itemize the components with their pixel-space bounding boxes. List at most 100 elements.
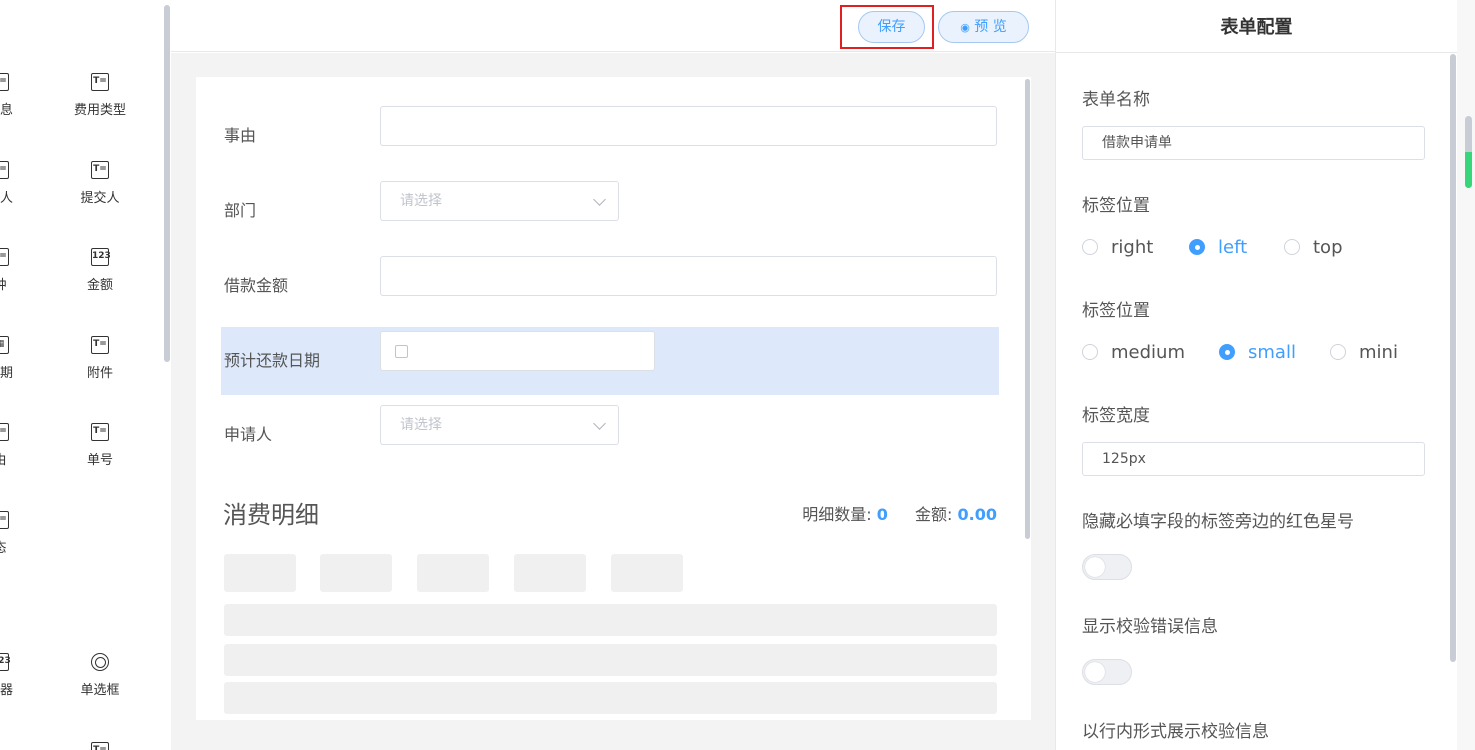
component-label: 数器 bbox=[0, 683, 13, 698]
radio-top[interactable]: top bbox=[1284, 237, 1343, 258]
chevron-down-icon bbox=[593, 193, 606, 206]
form-item-reason[interactable]: 事由 bbox=[221, 102, 999, 170]
department-select[interactable]: 请选择 bbox=[380, 181, 619, 221]
label-position-label: 标签位置 bbox=[1082, 196, 1150, 216]
field-label: 事由 bbox=[224, 126, 257, 145]
radio-circle bbox=[1284, 239, 1300, 255]
hide-required-label: 隐藏必填字段的标签旁边的红色星号 bbox=[1082, 512, 1354, 532]
preview-label: 预 览 bbox=[974, 19, 1007, 35]
label-width-label: 标签宽度 bbox=[1082, 406, 1150, 426]
form-item-loan-amount[interactable]: 借款金额 bbox=[221, 252, 999, 320]
placeholder-button bbox=[417, 554, 489, 592]
placeholder-button bbox=[224, 554, 296, 592]
component-item[interactable]: T= 信息 bbox=[0, 73, 40, 118]
component-item[interactable]: T= 费用类型 bbox=[60, 73, 140, 118]
component-item[interactable]: T= 请人 bbox=[0, 161, 40, 206]
form-item-department[interactable]: 部门 请选择 bbox=[221, 177, 999, 245]
component-label: 单选框 bbox=[80, 683, 120, 698]
radio-circle bbox=[1330, 344, 1346, 360]
form-item-applicant[interactable]: 申请人 请选择 bbox=[221, 401, 999, 469]
component-item[interactable]: T= 提交人 bbox=[60, 161, 140, 206]
loan-amount-input[interactable] bbox=[380, 256, 997, 296]
component-label: 由 bbox=[0, 449, 40, 468]
component-label: 种 bbox=[0, 274, 40, 293]
component-item[interactable]: T= 单号 bbox=[60, 423, 140, 468]
text-field-icon: T= bbox=[91, 73, 109, 91]
text-field-icon: T= bbox=[0, 423, 9, 441]
reason-input[interactable] bbox=[380, 106, 997, 146]
applicant-select[interactable]: 请选择 bbox=[380, 405, 619, 445]
config-scrollbar[interactable] bbox=[1450, 54, 1456, 662]
radio-circle bbox=[1189, 239, 1205, 255]
placeholder-row bbox=[224, 604, 997, 636]
radio-small[interactable]: small bbox=[1219, 342, 1296, 363]
radio-mini[interactable]: mini bbox=[1330, 342, 1398, 363]
text-field-icon: T= bbox=[0, 248, 9, 266]
placeholder-button bbox=[320, 554, 392, 592]
component-item[interactable]: T= 种 bbox=[0, 248, 40, 293]
component-label: 请人 bbox=[0, 191, 13, 206]
eye-icon: ◉ bbox=[960, 21, 970, 34]
palette-scrollbar[interactable] bbox=[164, 5, 170, 362]
text-field-icon: T= bbox=[91, 742, 109, 750]
component-item[interactable]: ▦ 日期 bbox=[0, 336, 40, 381]
radio-medium[interactable]: medium bbox=[1082, 342, 1185, 363]
calendar-icon bbox=[395, 345, 408, 358]
component-item[interactable]: T= 态 bbox=[0, 511, 40, 556]
component-label: 信息 bbox=[0, 103, 13, 118]
radio-label: right bbox=[1111, 237, 1154, 258]
hide-required-toggle[interactable] bbox=[1082, 554, 1132, 580]
field-label: 借款金额 bbox=[224, 276, 289, 295]
form-canvas: 事由 部门 请选择 借款金额 预计还款日期 申请人 请选择 消费明细 明细数量:… bbox=[171, 53, 1055, 750]
component-item[interactable]: 单选框 bbox=[60, 653, 140, 698]
text-field-icon: T= bbox=[0, 511, 9, 529]
form-name-label: 表单名称 bbox=[1082, 90, 1150, 110]
component-item[interactable]: T= 由 bbox=[0, 423, 40, 468]
inline-error-label: 以行内形式展示校验信息 bbox=[1082, 722, 1269, 742]
save-button-highlight bbox=[840, 5, 934, 49]
component-item[interactable]: 123 数器 bbox=[0, 653, 40, 698]
radio-circle bbox=[1082, 239, 1098, 255]
placeholder-button bbox=[611, 554, 683, 592]
select-placeholder: 请选择 bbox=[400, 417, 442, 433]
component-label: 单号 bbox=[86, 453, 113, 468]
radio-icon bbox=[91, 653, 109, 671]
repayment-date-picker[interactable] bbox=[380, 331, 655, 371]
date-field-icon: ▦ bbox=[0, 336, 9, 354]
form-designer: T= 信息 T= 费用类型 T= 请人 T= 提交人 T= 种 123 金额 ▦… bbox=[0, 0, 1475, 750]
component-palette: T= 信息 T= 费用类型 T= 请人 T= 提交人 T= 种 123 金额 ▦… bbox=[0, 0, 171, 750]
radio-right[interactable]: right bbox=[1082, 237, 1153, 258]
chevron-down-icon bbox=[593, 417, 606, 430]
section-title: 消费明细 bbox=[223, 501, 319, 529]
form-scrollbar[interactable] bbox=[1025, 79, 1030, 539]
preview-button[interactable]: ◉ 预 览 bbox=[938, 11, 1029, 43]
component-label: 费用类型 bbox=[73, 103, 126, 118]
field-label: 部门 bbox=[224, 201, 257, 220]
panel-title: 表单配置 bbox=[1056, 0, 1457, 53]
placeholder-row bbox=[224, 682, 997, 714]
component-item[interactable]: T= 附件 bbox=[60, 336, 140, 381]
radio-left[interactable]: left bbox=[1189, 237, 1247, 258]
detail-stats: 明细数量: 0 金额: 0.00 bbox=[802, 501, 997, 525]
form-preview: 事由 部门 请选择 借款金额 预计还款日期 申请人 请选择 消费明细 明细数量:… bbox=[196, 77, 1031, 720]
component-label: 提交人 bbox=[80, 191, 120, 206]
window-scrollbar[interactable] bbox=[1457, 0, 1475, 750]
number-field-icon: 123 bbox=[0, 653, 11, 671]
text-field-icon: T= bbox=[91, 161, 109, 179]
placeholder-button bbox=[514, 554, 586, 592]
amount-label: 金额: bbox=[915, 505, 953, 524]
label-width-input[interactable]: 125px bbox=[1082, 442, 1425, 476]
component-label: 日期 bbox=[0, 366, 13, 381]
component-item[interactable]: T= bbox=[60, 742, 140, 750]
field-label: 申请人 bbox=[224, 425, 273, 444]
form-name-input[interactable]: 借款申请单 bbox=[1082, 126, 1425, 160]
toolbar: 保存 ◉ 预 览 bbox=[171, 4, 1055, 52]
component-item[interactable]: 123 金额 bbox=[60, 248, 140, 293]
field-label: 预计还款日期 bbox=[224, 351, 321, 370]
form-item-repayment-date[interactable]: 预计还款日期 bbox=[221, 327, 999, 395]
scrollbar-thumb[interactable] bbox=[1465, 116, 1472, 188]
show-error-toggle[interactable] bbox=[1082, 659, 1132, 685]
count-label: 明细数量: bbox=[802, 505, 872, 524]
text-field-icon: T= bbox=[0, 73, 9, 91]
component-label: 附件 bbox=[86, 366, 113, 381]
